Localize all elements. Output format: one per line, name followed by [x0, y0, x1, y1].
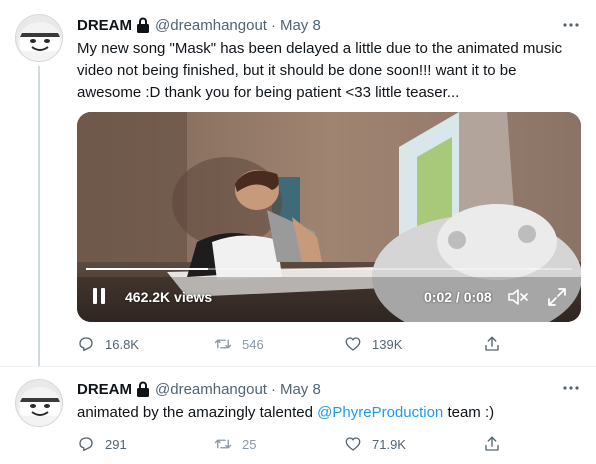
- share-icon: [485, 436, 499, 451]
- mention-link[interactable]: @PhyreProduction: [317, 404, 443, 421]
- share-icon: [485, 336, 499, 351]
- user-handle[interactable]: @dreamhangout: [155, 17, 267, 34]
- reply-button[interactable]: 291: [77, 435, 127, 453]
- expand-icon[interactable]: [546, 286, 568, 308]
- video-progress-fill: [86, 268, 208, 270]
- video-player[interactable]: 462.2K views 0:02 / 0:08: [77, 112, 581, 322]
- display-name[interactable]: DREAM: [77, 381, 132, 398]
- reply-button[interactable]: 16.8K: [77, 335, 139, 353]
- like-button[interactable]: 71.9K: [344, 435, 406, 453]
- reply-icon: [79, 337, 93, 352]
- mute-icon[interactable]: [507, 287, 529, 307]
- like-icon: [345, 337, 361, 351]
- like-count: 71.9K: [372, 436, 406, 452]
- lock-icon: [136, 17, 150, 33]
- reply-count: 16.8K: [105, 336, 139, 352]
- retweet-icon: [214, 439, 232, 449]
- tweet-actions: 16.8K 546 139K: [77, 335, 507, 355]
- tweet[interactable]: DREAM @dreamhangout · May 8 My new song …: [0, 0, 596, 366]
- view-count: 462.2K views: [125, 289, 213, 305]
- tweet-header: DREAM @dreamhangout · May 8: [77, 379, 321, 399]
- retweet-button[interactable]: 546: [214, 335, 264, 353]
- thread-line: [38, 66, 40, 366]
- pause-icon[interactable]: [91, 287, 107, 305]
- display-name[interactable]: DREAM: [77, 17, 132, 34]
- retweet-icon: [214, 339, 232, 349]
- avatar[interactable]: [15, 14, 63, 62]
- reply-count: 291: [105, 436, 127, 452]
- share-button[interactable]: [483, 335, 511, 353]
- like-icon: [345, 437, 361, 451]
- separator: ·: [270, 16, 276, 34]
- tweet-text-end: team :): [443, 404, 495, 421]
- retweet-button[interactable]: 25: [214, 435, 256, 453]
- video-progress-bar[interactable]: [86, 268, 572, 270]
- tweet-date[interactable]: May 8: [280, 17, 321, 34]
- like-count: 139K: [372, 336, 403, 352]
- more-icon[interactable]: [562, 379, 580, 397]
- tweet-text: My new song "Mask" has been delayed a li…: [77, 40, 563, 101]
- tweet-text-start: animated by the amazingly talented: [77, 404, 318, 421]
- tweet-actions: 291 25 71.9K: [77, 435, 507, 455]
- separator: ·: [270, 380, 276, 398]
- more-icon[interactable]: [562, 16, 580, 34]
- tweet-text: animated by the amazingly talented @Phyr…: [77, 402, 582, 424]
- reply-icon: [79, 437, 93, 452]
- avatar[interactable]: [15, 379, 63, 427]
- video-controls: 462.2K views 0:02 / 0:08: [77, 272, 581, 322]
- tweet-header: DREAM @dreamhangout · May 8: [77, 15, 321, 35]
- video-time: 0:02 / 0:08: [424, 289, 492, 305]
- lock-icon: [136, 381, 150, 397]
- user-handle[interactable]: @dreamhangout: [155, 381, 267, 398]
- tweet[interactable]: DREAM @dreamhangout · May 8 animated by …: [0, 366, 596, 464]
- retweet-count: 25: [242, 436, 257, 452]
- retweet-count: 546: [242, 336, 264, 352]
- share-button[interactable]: [483, 435, 511, 453]
- like-button[interactable]: 139K: [344, 335, 402, 353]
- tweet-date[interactable]: May 8: [280, 381, 321, 398]
